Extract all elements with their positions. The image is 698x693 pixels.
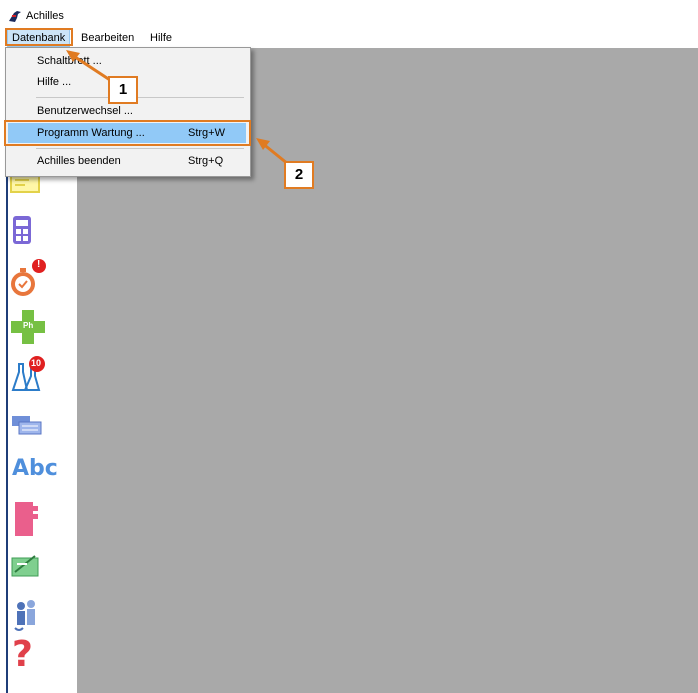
callout-arrows [66, 50, 289, 166]
arrow-1-line [71, 53, 111, 82]
callout-number-2: 2 [284, 161, 314, 189]
callout-number-1: 1 [108, 76, 138, 104]
